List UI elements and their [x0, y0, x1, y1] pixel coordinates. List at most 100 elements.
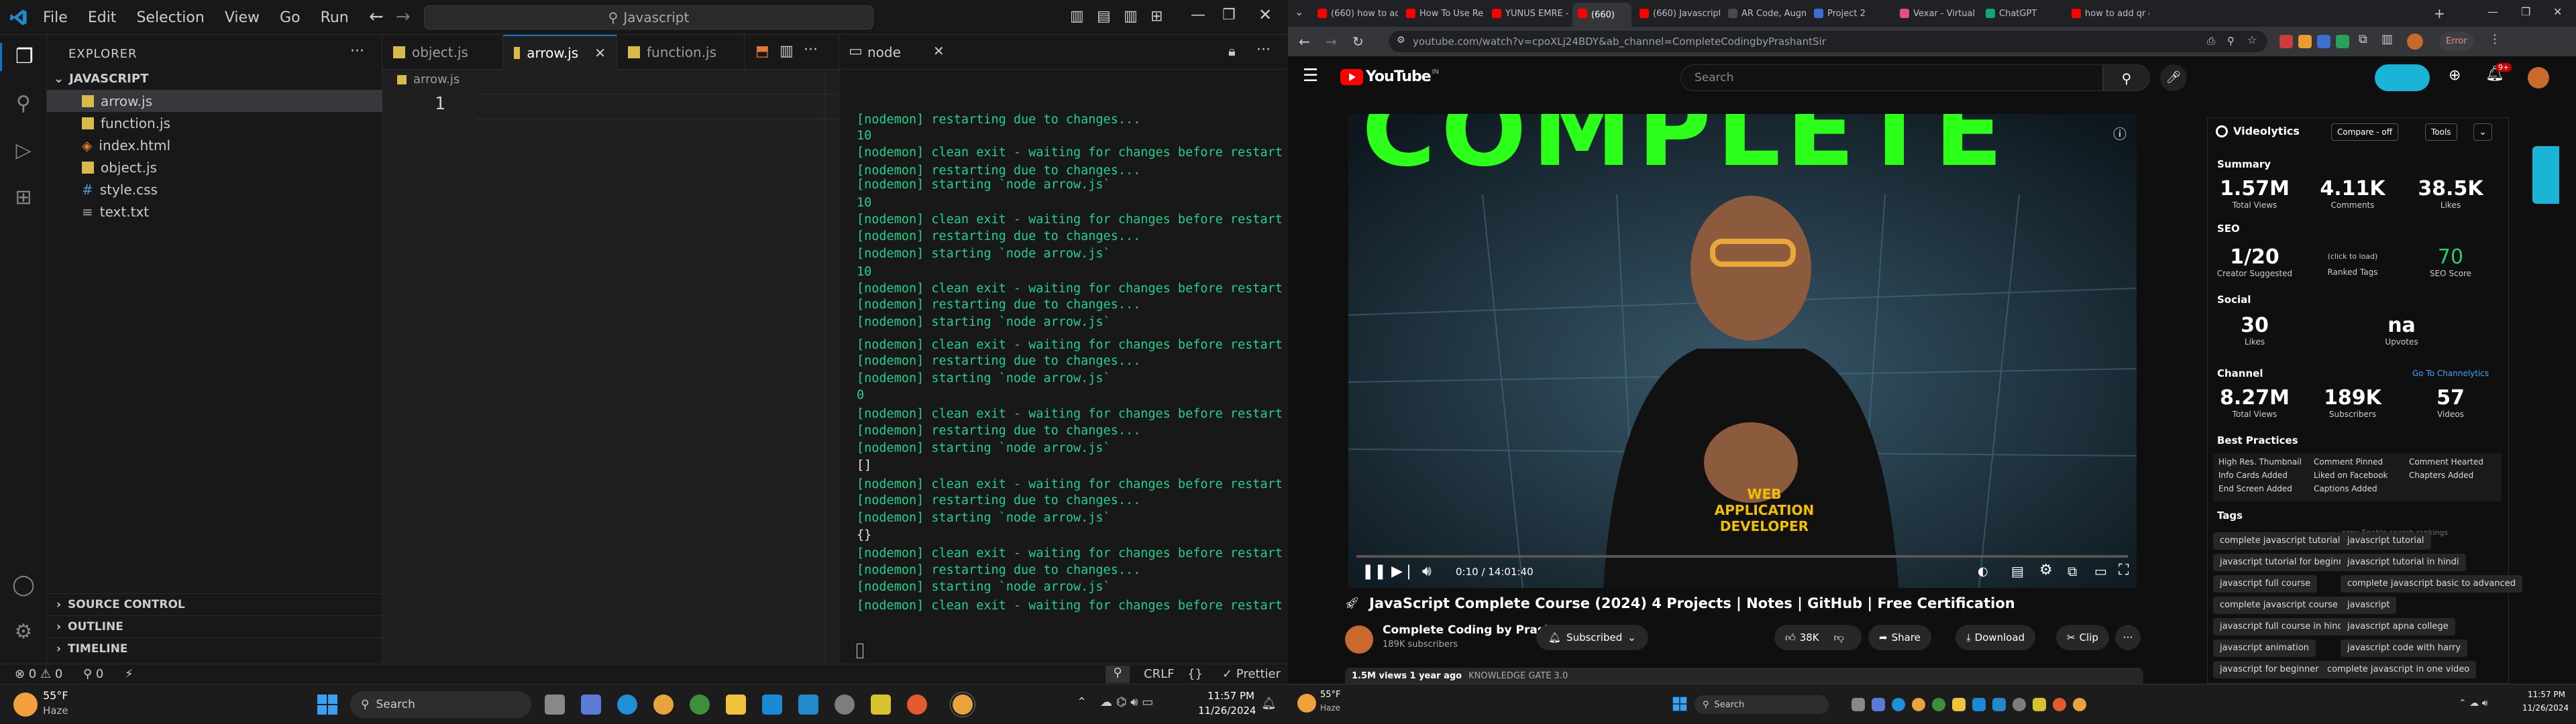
tray-icons[interactable]: ⌃ ☁ 🔊︎ — [2459, 698, 2487, 709]
tray-chevron-icon[interactable]: ⌃ — [1077, 695, 1087, 709]
stat-ranked-tags[interactable]: (click to load) Ranked Tags — [2306, 252, 2400, 277]
more-actions-icon[interactable]: ··· — [2115, 625, 2141, 650]
search-button[interactable]: ⚲ — [2103, 64, 2150, 91]
whatsapp-icon[interactable] — [1932, 698, 1945, 711]
tools-dropdown[interactable]: Tools — [2425, 123, 2457, 141]
zoom-icon[interactable]: ⚲ — [1106, 666, 1130, 683]
app-icon[interactable] — [2053, 698, 2066, 711]
tag-chip[interactable]: complete javascript tutorial — [2213, 532, 2347, 550]
more-actions-icon[interactable]: ··· — [804, 42, 818, 58]
terminal-tab-label[interactable]: node — [867, 44, 901, 60]
lock-icon[interactable]: 🔒︎ — [1228, 43, 1236, 59]
settings-taskbar-icon[interactable] — [835, 695, 855, 715]
meta-link[interactable]: KNOWLEDGE GATE 3.0 — [1468, 671, 1568, 681]
videolytics-toggle-button[interactable] — [2375, 64, 2430, 91]
profile-avatar[interactable] — [2407, 34, 2423, 50]
extension-icon[interactable] — [2279, 35, 2293, 48]
chrome-tab[interactable]: (660) how to add — [1312, 3, 1398, 24]
youtube-logo[interactable]: YouTube IN — [1340, 68, 1439, 85]
youtube-search-input[interactable]: Search — [1680, 64, 2103, 91]
editor-scrollbar[interactable] — [824, 70, 839, 664]
weather-icon[interactable] — [13, 692, 38, 717]
chrome-tab[interactable]: (660) Javascript — [1634, 3, 1720, 24]
back-arrow-icon[interactable]: ← — [1299, 34, 1310, 50]
restore-icon[interactable]: ❐ — [1222, 7, 1236, 23]
info-icon[interactable]: ⓘ — [2113, 123, 2127, 143]
code-editor[interactable]: arrow.js 1 — [382, 70, 839, 664]
settings-gear-icon[interactable]: ⚙ — [2039, 562, 2053, 579]
share-button[interactable]: ➦ Share — [1868, 625, 1931, 650]
tab-object-js[interactable]: object.js — [382, 35, 503, 70]
clock-time[interactable]: 11:57 PM — [2528, 690, 2565, 699]
app-icon[interactable] — [907, 695, 927, 715]
folder-javascript[interactable]: ⌄ JAVASCRIPT — [47, 68, 382, 90]
volume-icon[interactable]: 🔊︎ — [1422, 563, 1432, 580]
minimize-icon[interactable]: — — [2487, 5, 2498, 18]
forward-arrow-icon[interactable]: → — [396, 7, 411, 27]
menu-view[interactable]: View — [225, 9, 260, 26]
breadcrumb-file[interactable]: arrow.js — [413, 72, 460, 86]
copilot-icon[interactable] — [1872, 698, 1885, 711]
more-actions-icon[interactable]: ··· — [1256, 42, 1271, 58]
section-outline[interactable]: › OUTLINE — [47, 615, 382, 638]
vscode-taskbar-icon[interactable] — [798, 695, 818, 715]
tab-search-icon[interactable]: ⌄ — [1295, 5, 1303, 18]
tag-chip[interactable]: javascript animation — [2213, 640, 2316, 657]
clock-date[interactable]: 11/26/2024 — [1198, 705, 1256, 717]
extension-icon[interactable] — [2336, 35, 2349, 48]
hamburger-menu-icon[interactable]: ☰ — [1303, 66, 1318, 86]
update-error-button[interactable]: Error — [2439, 32, 2474, 51]
split-editor-icon[interactable]: ▥ — [780, 43, 794, 60]
channelytics-link[interactable]: Go To Channelytics — [2412, 369, 2489, 378]
sticky-notes-icon[interactable] — [2033, 698, 2046, 711]
section-timeline[interactable]: › TIMELINE — [47, 638, 382, 660]
restore-icon[interactable]: ❐ — [2521, 5, 2530, 18]
clock-date[interactable]: 11/26/2024 — [2522, 703, 2569, 713]
file-arrow-js[interactable]: arrow.js — [47, 90, 382, 112]
menu-selection[interactable]: Selection — [136, 9, 204, 26]
close-icon[interactable]: ✕ — [2553, 5, 2562, 18]
tag-chip[interactable]: javascript full course in hindi — [2213, 618, 2353, 636]
tag-chip[interactable]: javascript apna college — [2341, 618, 2455, 636]
prettier-indicator[interactable]: ✓ Prettier — [1222, 667, 1281, 681]
chrome-active-icon[interactable] — [953, 695, 973, 715]
tag-chip[interactable]: javascript full course — [2213, 575, 2318, 593]
command-center[interactable]: ⚲ Javascript — [424, 5, 873, 29]
language-indicator[interactable]: {} — [1187, 667, 1203, 681]
subtitles-icon[interactable]: ▤ — [2011, 563, 2024, 579]
account-icon[interactable]: ◯ — [9, 571, 38, 599]
copilot-icon[interactable] — [581, 695, 601, 715]
forward-arrow-icon[interactable]: → — [1326, 34, 1337, 50]
chrome-tab[interactable]: Project 2 — [1809, 3, 1892, 24]
tag-chip[interactable]: javascript — [2341, 597, 2397, 614]
channel-avatar[interactable] — [1345, 625, 1373, 654]
sync-icon[interactable]: ⚡ — [125, 667, 133, 681]
chrome-tab[interactable]: (660) — [1572, 3, 1631, 27]
chrome-tab[interactable]: How To Use Rea — [1401, 3, 1484, 24]
chrome-tab[interactable]: ChatGPT — [1980, 3, 2063, 24]
ports-indicator[interactable]: ⚲ 0 — [83, 667, 103, 681]
windows-start-icon[interactable] — [1672, 697, 1687, 711]
theater-mode-icon[interactable]: ▭ — [2094, 563, 2107, 579]
site-info-icon[interactable]: ⚙ — [1397, 35, 1405, 46]
fullscreen-icon[interactable]: ⛶ — [2118, 562, 2129, 579]
skype-icon[interactable] — [1972, 698, 1986, 711]
create-video-icon[interactable]: ⊕ — [2449, 67, 2461, 84]
tag-chip[interactable]: complete javascript basic to advanced — [2341, 575, 2523, 593]
sticky-notes-icon[interactable] — [871, 695, 891, 715]
close-icon[interactable]: ✕ — [1258, 5, 1272, 24]
file-style-css[interactable]: # style.css — [47, 178, 382, 200]
autoplay-toggle[interactable]: ◐ — [1978, 564, 1988, 579]
section-source-control[interactable]: › SOURCE CONTROL — [47, 593, 382, 615]
whatsapp-icon[interactable] — [690, 695, 710, 715]
chrome-tab[interactable]: Vexar - Virtual R — [1894, 3, 1978, 24]
chrome-tab[interactable]: how to add qr co — [2066, 3, 2149, 24]
sidepanel-icon[interactable]: ▥ — [2381, 32, 2393, 46]
explorer-icon[interactable]: ❐ — [0, 43, 47, 71]
task-view-icon[interactable] — [1851, 698, 1865, 711]
tag-chip[interactable]: javascript for beginner — [2213, 661, 2326, 678]
run-code-icon[interactable]: ⬒ — [755, 43, 769, 60]
search-icon[interactable]: ⚲ — [9, 90, 38, 118]
zoom-icon[interactable]: ⚲ — [2227, 35, 2235, 47]
menu-file[interactable]: File — [43, 9, 68, 26]
